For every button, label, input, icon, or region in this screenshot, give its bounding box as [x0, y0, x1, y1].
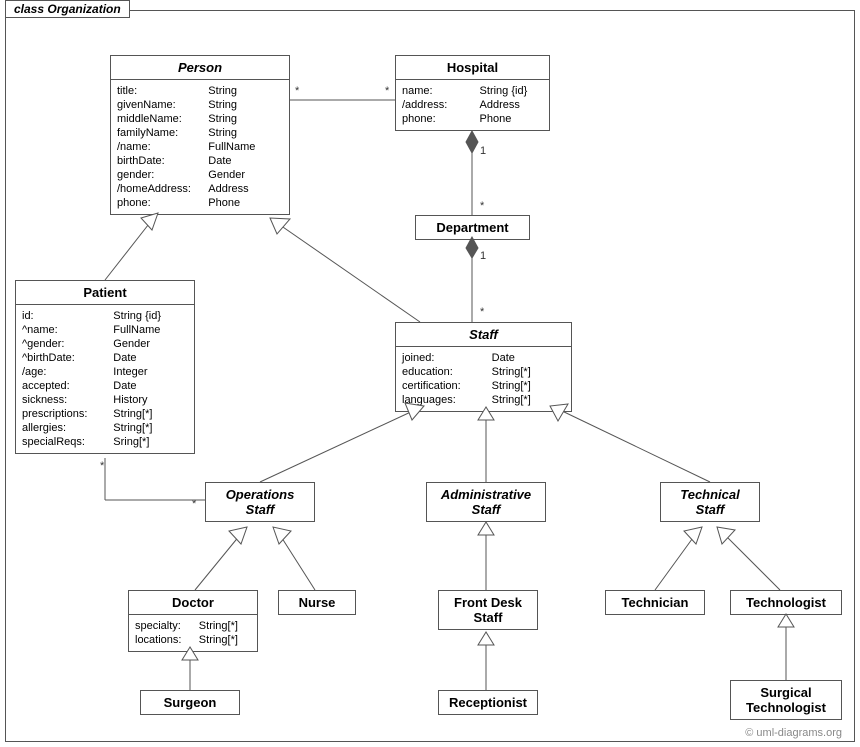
class-surg-tech: Surgical Technologist	[730, 680, 842, 720]
class-staff: Staff joined:Dateeducation:String[*]cert…	[395, 322, 572, 412]
class-tech-staff-name: Technical Staff	[661, 483, 759, 521]
mult-dept-staff-top: 1	[480, 250, 486, 262]
class-technician-name: Technician	[606, 591, 704, 614]
attribute-row: ^gender:Gender	[22, 337, 188, 351]
class-department-name: Department	[416, 216, 529, 239]
attribute-row: prescriptions:String[*]	[22, 407, 188, 421]
attribute-row: familyName:String	[117, 126, 283, 140]
attribute-row: accepted:Date	[22, 379, 188, 393]
class-technician: Technician	[605, 590, 705, 615]
attribute-row: ^name:FullName	[22, 323, 188, 337]
class-person-name: Person	[111, 56, 289, 80]
class-ops-staff: Operations Staff	[205, 482, 315, 522]
mult-person-hospital-r: *	[385, 85, 389, 97]
class-patient-name: Patient	[16, 281, 194, 305]
class-doctor: Doctor specialty:String[*]locations:Stri…	[128, 590, 258, 652]
attribute-row: allergies:String[*]	[22, 421, 188, 435]
class-surg-tech-name: Surgical Technologist	[731, 681, 841, 719]
attribute-row: middleName:String	[117, 112, 283, 126]
attribute-row: ^birthDate:Date	[22, 351, 188, 365]
mult-dept-staff-bot: *	[480, 306, 484, 318]
class-patient: Patient id:String {id}^name:FullName^gen…	[15, 280, 195, 454]
class-technologist-name: Technologist	[731, 591, 841, 614]
attribute-row: phone:Phone	[117, 196, 283, 210]
attribute-row: locations:String[*]	[135, 633, 251, 647]
attribute-row: givenName:String	[117, 98, 283, 112]
attribute-row: specialReqs:Sring[*]	[22, 435, 188, 449]
class-department: Department	[415, 215, 530, 240]
class-front-desk-name: Front Desk Staff	[439, 591, 537, 629]
attribute-row: certification:String[*]	[402, 379, 565, 393]
class-receptionist-name: Receptionist	[439, 691, 537, 714]
diagram-canvas: class Organization Person title:Stringgi…	[0, 0, 860, 747]
mult-hospital-dept-top: 1	[480, 145, 486, 157]
watermark: © uml-diagrams.org	[745, 727, 842, 739]
class-hospital-name: Hospital	[396, 56, 549, 80]
class-staff-name: Staff	[396, 323, 571, 347]
attribute-row: languages:String[*]	[402, 393, 565, 407]
attribute-row: joined:Date	[402, 351, 565, 365]
class-ops-staff-name: Operations Staff	[206, 483, 314, 521]
class-doctor-name: Doctor	[129, 591, 257, 615]
attribute-row: gender:Gender	[117, 168, 283, 182]
class-surgeon-name: Surgeon	[141, 691, 239, 714]
attribute-row: title:String	[117, 84, 283, 98]
attribute-row: /address:Address	[402, 98, 543, 112]
class-hospital: Hospital name:String {id}/address:Addres…	[395, 55, 550, 131]
class-nurse: Nurse	[278, 590, 356, 615]
class-nurse-name: Nurse	[279, 591, 355, 614]
mult-patient-ops-r: *	[192, 498, 196, 510]
class-person: Person title:StringgivenName:Stringmiddl…	[110, 55, 290, 215]
attribute-row: /name:FullName	[117, 140, 283, 154]
attribute-row: id:String {id}	[22, 309, 188, 323]
class-receptionist: Receptionist	[438, 690, 538, 715]
attribute-row: /homeAddress:Address	[117, 182, 283, 196]
attribute-row: specialty:String[*]	[135, 619, 251, 633]
attribute-row: sickness:History	[22, 393, 188, 407]
class-tech-staff: Technical Staff	[660, 482, 760, 522]
class-admin-staff-name: Administrative Staff	[427, 483, 545, 521]
class-front-desk: Front Desk Staff	[438, 590, 538, 630]
attribute-row: birthDate:Date	[117, 154, 283, 168]
class-admin-staff: Administrative Staff	[426, 482, 546, 522]
mult-person-hospital-l: *	[295, 85, 299, 97]
mult-hospital-dept-bot: *	[480, 200, 484, 212]
class-surgeon: Surgeon	[140, 690, 240, 715]
attribute-row: phone:Phone	[402, 112, 543, 126]
attribute-row: name:String {id}	[402, 84, 543, 98]
package-title: class Organization	[5, 0, 130, 18]
attribute-row: education:String[*]	[402, 365, 565, 379]
attribute-row: /age:Integer	[22, 365, 188, 379]
mult-patient-ops-l: *	[100, 460, 104, 472]
class-technologist: Technologist	[730, 590, 842, 615]
